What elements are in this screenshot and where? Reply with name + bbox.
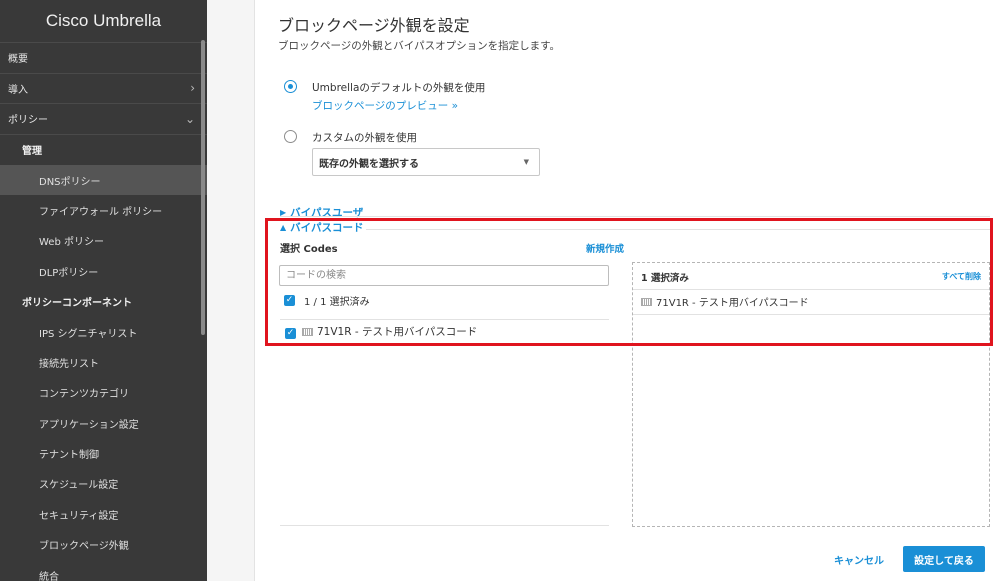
sidebar-item-deployment[interactable]: 導入 › — [0, 74, 207, 104]
main-content: ブロックページ外観を設定 ブロックページの外観とバイパスオプションを指定します。… — [256, 0, 999, 581]
barcode-icon — [302, 327, 313, 336]
code-search-input[interactable] — [279, 265, 609, 286]
sidebar-item-ips-signatures[interactable]: IPS シグニチャリスト — [0, 317, 207, 347]
bypass-codes-toggle[interactable]: ▲ バイパスコード — [280, 220, 363, 235]
sidebar-item-label: 導入 — [8, 84, 28, 96]
sidebar-item-label: ポリシー — [8, 115, 48, 127]
default-appearance-label: Umbrellaのデフォルトの外観を使用 — [312, 82, 486, 94]
divider — [280, 319, 609, 320]
sidebar-item-web-policy[interactable]: Web ポリシー — [0, 226, 207, 256]
caret-down-icon: ▼ — [523, 158, 529, 166]
bypass-codes-label: バイパスコード — [290, 222, 364, 234]
cancel-button[interactable]: キャンセル — [834, 552, 884, 567]
chevron-down-icon: ⌄ — [184, 111, 195, 126]
sidebar-item-destination-lists[interactable]: 接続先リスト — [0, 347, 207, 377]
sidebar-item-dlp-policy[interactable]: DLPポリシー — [0, 256, 207, 286]
select-codes-title: 選択 Codes — [280, 244, 338, 255]
list-item[interactable]: 71V1R - テスト用バイパスコード — [641, 294, 809, 309]
sidebar-item-schedules[interactable]: スケジュール設定 — [0, 469, 207, 499]
triangle-up-icon: ▲ — [280, 223, 287, 232]
divider — [633, 289, 989, 290]
preview-block-page-link[interactable]: ブロックページのプレビュー » — [312, 98, 458, 113]
selected-count-label: 1 / 1 選択済み — [304, 297, 370, 308]
selected-code-label: 71V1R - テスト用バイパスコード — [656, 298, 809, 309]
page-gutter — [207, 0, 255, 581]
sidebar: Cisco Umbrella 概要 導入 › ポリシー ⌄ 管理 DNSポリシー… — [0, 0, 207, 581]
sidebar-item-label: 概要 — [8, 54, 28, 66]
sidebar-item-overview[interactable]: 概要 — [0, 43, 207, 74]
appearance-select-value: 既存の外観を選択する — [319, 158, 419, 170]
code-item-checkbox[interactable]: ✓ — [285, 328, 296, 339]
bypass-users-label: バイパスユーザ — [290, 207, 364, 219]
page-title: ブロックページ外観を設定 — [278, 18, 470, 35]
save-and-return-button[interactable]: 設定して戻る — [903, 546, 985, 572]
custom-appearance-label: カスタムの外観を使用 — [312, 132, 417, 144]
sidebar-item-integrations[interactable]: 統合 — [0, 560, 207, 581]
selected-codes-panel: 1 選択済み すべて削除 71V1R - テスト用バイパスコード — [632, 262, 990, 527]
create-new-link[interactable]: 新規作成 — [586, 241, 624, 255]
sidebar-group-manage: 管理 — [22, 146, 42, 158]
selected-panel-header: 1 選択済み — [641, 273, 689, 284]
sidebar-item-policies[interactable]: ポリシー ⌄ — [0, 104, 207, 135]
appearance-select[interactable]: 既存の外観を選択する ▼ — [312, 148, 540, 176]
custom-appearance-radio[interactable] — [284, 130, 297, 143]
sidebar-item-content-categories[interactable]: コンテンツカテゴリ — [0, 378, 207, 408]
clear-all-link[interactable]: すべて削除 — [942, 271, 981, 282]
sidebar-item-firewall-policy[interactable]: ファイアウォール ポリシー — [0, 195, 207, 225]
list-item[interactable]: 71V1R - テスト用バイパスコード — [302, 324, 477, 339]
chevron-right-icon: › — [190, 81, 195, 96]
sidebar-item-application-settings[interactable]: アプリケーション設定 — [0, 408, 207, 438]
barcode-icon — [641, 297, 652, 306]
sidebar-scrollbar[interactable] — [201, 40, 205, 335]
page-subtitle: ブロックページの外観とバイパスオプションを指定します。 — [278, 40, 561, 52]
sidebar-group-components: ポリシーコンポーネント — [22, 298, 132, 310]
divider — [280, 216, 990, 217]
sidebar-item-block-page-appearance[interactable]: ブロックページ外観 — [0, 530, 207, 560]
brand-logo[interactable]: Cisco Umbrella — [0, 0, 207, 43]
divider — [280, 525, 609, 526]
divider — [366, 229, 990, 230]
bypass-users-toggle[interactable]: ▶ バイパスユーザ — [280, 205, 363, 220]
sidebar-item-dns-policy[interactable]: DNSポリシー — [0, 164, 207, 196]
code-item-label: 71V1R - テスト用バイパスコード — [317, 326, 478, 338]
divider — [633, 314, 989, 315]
sidebar-item-tenant-controls[interactable]: テナント制御 — [0, 438, 207, 468]
select-all-checkbox[interactable]: ✓ — [284, 295, 295, 306]
sidebar-item-security-settings[interactable]: セキュリティ設定 — [0, 499, 207, 529]
default-appearance-radio[interactable] — [284, 80, 297, 93]
